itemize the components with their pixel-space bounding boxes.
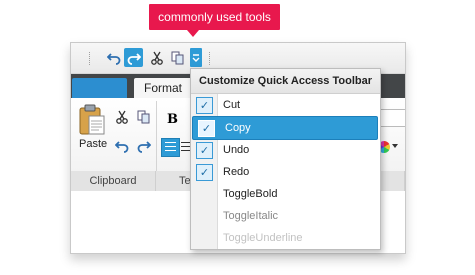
menu-item-cut[interactable]: ✓ Cut xyxy=(191,94,380,116)
check-icon: ✓ xyxy=(196,164,213,181)
menu-item-redo[interactable]: ✓ Redo xyxy=(191,161,380,183)
ribbon-redo-button[interactable] xyxy=(136,138,152,154)
menu-item-undo[interactable]: ✓ Undo xyxy=(191,139,380,161)
cut-icon xyxy=(150,51,163,65)
customize-toolbar-dropdown[interactable] xyxy=(190,48,202,67)
copy-icon xyxy=(137,110,150,124)
paste-button[interactable] xyxy=(77,103,107,137)
undo-icon xyxy=(106,52,120,65)
undo-button[interactable] xyxy=(104,48,123,67)
customize-qat-menu: Customize Quick Access Toolbar ✓ Cut ✓ C… xyxy=(190,68,381,250)
tab-file[interactable] xyxy=(72,78,127,98)
cut-button[interactable] xyxy=(147,48,166,67)
tooltip-text: commonly used tools xyxy=(158,10,271,24)
menu-title: Customize Quick Access Toolbar xyxy=(191,69,380,94)
ribbon-copy-button[interactable] xyxy=(136,109,152,125)
menu-item-togglebold[interactable]: ToggleBold xyxy=(191,183,380,205)
toolbar-grip-end xyxy=(209,52,212,65)
copy-icon xyxy=(171,51,183,64)
redo-icon xyxy=(127,52,141,65)
redo-button[interactable] xyxy=(124,48,143,67)
paste-icon xyxy=(79,104,105,135)
paste-label: Paste xyxy=(79,138,108,150)
tooltip-callout: commonly used tools xyxy=(149,4,280,30)
chevron-down-icon[interactable] xyxy=(392,144,398,148)
bold-icon[interactable]: B xyxy=(167,112,178,127)
check-icon: ✓ xyxy=(198,120,215,137)
toolbar-grip[interactable] xyxy=(89,52,92,65)
cut-icon xyxy=(116,110,128,124)
ribbon-undo-button[interactable] xyxy=(114,138,130,154)
undo-icon xyxy=(115,141,129,153)
tooltip-pointer xyxy=(187,30,199,37)
check-icon: ✓ xyxy=(196,142,213,159)
menu-item-toggleitalic[interactable]: ToggleItalic xyxy=(191,205,380,227)
check-icon: ✓ xyxy=(196,97,213,114)
ribbon-cut-button[interactable] xyxy=(114,109,130,125)
font-size-field[interactable] xyxy=(380,109,405,127)
redo-icon xyxy=(137,141,151,153)
tab-format[interactable]: Format xyxy=(134,78,192,98)
menu-item-toggleunderline[interactable]: ToggleUnderline xyxy=(191,227,380,249)
menu-item-copy[interactable]: ✓ Copy xyxy=(192,116,378,140)
clipboard-group-label: Clipboard xyxy=(71,171,156,191)
align-left-button[interactable] xyxy=(161,138,180,157)
copy-button[interactable] xyxy=(168,48,187,67)
dropdown-arrow-icon xyxy=(192,53,200,62)
